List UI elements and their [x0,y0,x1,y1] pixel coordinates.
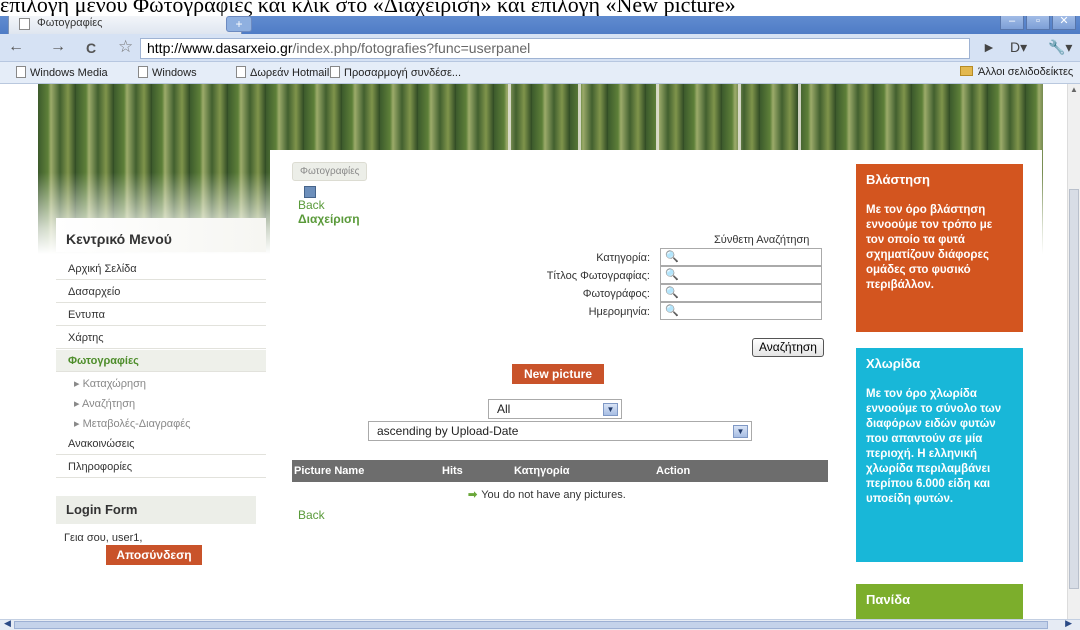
search-button[interactable]: Αναζήτηση [752,338,824,357]
photographer-label: Φωτογράφος: [582,288,650,300]
bookmarks-bar: Windows Media Windows Δωρεάν Hotmail Προ… [0,62,1080,84]
page-icon [330,66,340,78]
scroll-up-icon[interactable]: ▲ [1070,85,1078,94]
page-icon [236,66,246,78]
menu-item-announcements[interactable]: Ανακοινώσεις [56,433,266,455]
greeting-text: Γεια σου, user1, [64,532,143,544]
menu-item-forms[interactable]: Εντυπα [56,304,266,326]
wrench-icon[interactable]: 🔧▾ [1048,39,1072,56]
scroll-left-icon[interactable]: ◀ [4,618,11,629]
scroll-right-icon[interactable]: ▶ [1065,618,1072,629]
flora-box: Χλωρίδα Με τον όρο χλωρίδα εννοούμε το σ… [856,348,1023,562]
breadcrumb[interactable]: Φωτογραφίες [292,162,368,181]
caption-text: επιλογή μενού Φωτογραφίες και κλικ στο «… [0,0,1080,16]
category-label: Κατηγορία: [596,252,650,264]
star-icon[interactable]: ☆ [118,37,133,57]
page-icon [16,66,26,78]
col-action: Action [656,465,691,477]
logout-button[interactable]: Αποσύνδεση [106,545,202,565]
advanced-search-label: Σύνθετη Αναζήτηση [714,234,810,246]
url-host: http://www.dasarxeio.gr [147,40,293,56]
tab-title: Φωτογραφίες [37,17,103,29]
back-bottom-link[interactable]: Back [298,508,325,522]
menu-item-map[interactable]: Χάρτης [56,327,266,349]
col-category[interactable]: Κατηγορία [514,465,570,477]
images-icon [304,186,316,198]
col-hits[interactable]: Hits [442,465,463,477]
col-picture-name[interactable]: Picture Name [294,465,364,477]
photographer-field[interactable]: 🔍 [660,284,822,302]
other-bookmarks-label: Άλλοι σελιδοδείκτες [978,66,1074,78]
vegetation-box: Βλάστηση Με τον όρο βλάστηση εννοούμε το… [856,164,1023,332]
login-form-title: Login Form [56,496,256,524]
other-bookmarks[interactable]: Άλλοι σελιδοδείκτες [960,66,1073,78]
pictures-table-header: Picture Name Hits Κατηγορία Action [292,460,828,482]
empty-message: ➡ You do not have any pictures. [468,489,626,501]
flora-text: Με τον όρο χλωρίδα εννοούμε το σύνολο τω… [866,388,1002,505]
address-bar[interactable]: http://www.dasarxeio.gr/index.php/fotogr… [140,38,970,59]
arrow-right-icon: ➡ [468,489,478,501]
bookmark-label: Προσαρμογή συνδέσε... [344,67,462,79]
back-link[interactable]: Back [298,198,325,212]
vegetation-text: Με τον όρο βλάστηση εννοούμε τον τρόπο μ… [866,204,993,291]
submenu-item-changes[interactable]: ▸ Μεταβολές-Διαγραφές [56,413,266,433]
page-icon [138,66,148,78]
chevron-down-icon: ▼ [733,425,748,438]
date-label: Ημερομηνία: [588,306,650,318]
new-picture-button[interactable]: New picture [512,364,604,384]
scroll-thumb[interactable] [1069,189,1079,589]
submenu-item-search[interactable]: ▸ Αναζήτηση [56,393,266,413]
url-path: /index.php/fotografies?func=userpanel [292,40,531,56]
manage-link[interactable]: Διαχείριση [298,212,360,226]
horizontal-scrollbar[interactable]: ◀ ▶ [0,618,1080,630]
bookmark-label: Windows [152,67,197,79]
scroll-thumb[interactable] [14,621,1048,629]
vegetation-title: Βλάστηση [866,172,930,187]
tree-trunk [798,84,801,156]
back-arrow-icon[interactable]: ← [8,38,24,56]
page-viewport: Φωτογραφίες Back Διαχείριση Σύνθετη Αναζ… [0,84,1067,619]
title-field[interactable]: 🔍 [660,266,822,284]
title-label: Τίτλος Φωτογραφίας: [546,270,650,282]
bookmark-item[interactable]: Δωρεάν Hotmail [236,66,329,79]
menu-item-forest-office[interactable]: Δασαρχείο [56,281,266,303]
tree-trunk [578,84,581,154]
chevron-down-icon: ▼ [603,403,618,416]
sort-select[interactable]: ascending by Upload-Date ▼ [368,421,752,441]
vertical-scrollbar[interactable]: ▲ [1067,84,1080,619]
forward-arrow-icon[interactable]: → [50,38,66,56]
page-menu-icon[interactable]: D▾ [1010,39,1027,56]
menu-item-info[interactable]: Πληροφορίες [56,456,266,478]
fauna-title: Πανίδα [866,592,911,607]
bookmark-label: Windows Media [30,67,108,79]
browser-toolbar: ← → C ☆ http://www.dasarxeio.gr/index.ph… [0,34,1080,62]
main-menu-title: Κεντρικό Μενού [56,218,266,252]
bookmark-item[interactable]: Windows Media [16,66,108,79]
bookmark-item[interactable]: Windows [138,66,197,79]
folder-icon [960,66,973,76]
page-icon [19,18,30,30]
date-field[interactable]: 🔍 [660,302,822,320]
category-field[interactable]: 🔍 [660,248,822,266]
go-icon[interactable]: ► [982,39,996,55]
fauna-box: Πανίδα [856,584,1023,619]
menu-item-photos[interactable]: Φωτογραφίες [56,350,266,372]
reload-icon[interactable]: C [86,40,96,56]
new-tab-button[interactable]: + [226,16,252,32]
submenu-item-register[interactable]: ▸ Καταχώρηση [56,373,266,393]
bookmark-label: Δωρεάν Hotmail [250,67,330,79]
filter-select[interactable]: All ▼ [488,399,622,419]
bookmark-item[interactable]: Προσαρμογή συνδέσε... [330,66,461,79]
menu-item-home[interactable]: Αρχική Σελίδα [56,258,266,280]
flora-title: Χλωρίδα [866,356,921,371]
